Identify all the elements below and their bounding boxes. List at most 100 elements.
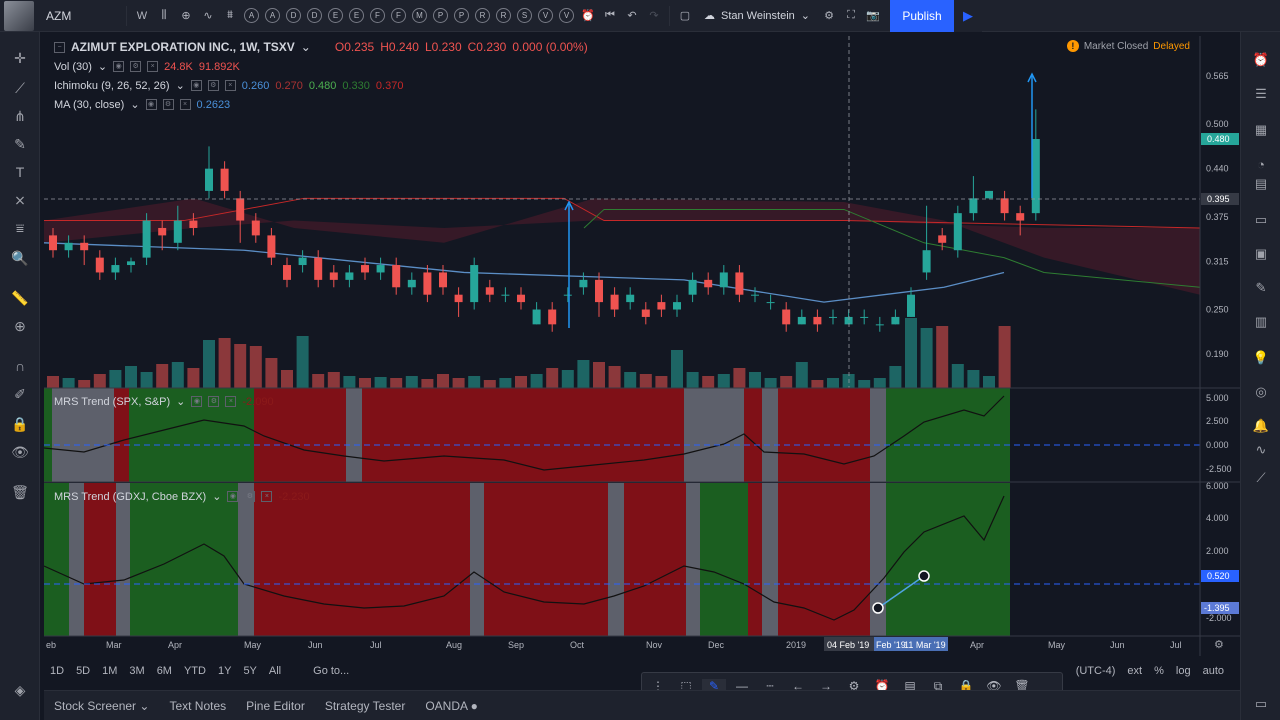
layout-icon[interactable]: ▢ <box>674 0 696 32</box>
eye-icon[interactable]: 👁 <box>8 442 32 462</box>
period-all[interactable]: All <box>263 665 287 677</box>
eye-icon[interactable]: ◉ <box>190 80 202 91</box>
close-icon[interactable]: × <box>224 80 236 91</box>
study-shortcut-a-0[interactable]: A <box>244 8 259 23</box>
close-icon[interactable]: × <box>261 491 273 502</box>
legend-mrs1[interactable]: MRS Trend (SPX, S&P) ⌄ ◉ ⚙ × -2.090 <box>54 395 274 409</box>
study-shortcut-e-4[interactable]: E <box>328 8 343 23</box>
legend-mrs2[interactable]: MRS Trend (GDXJ, Cboe BZX) ⌄ ◉ ⚙ × -2.230 <box>54 490 310 504</box>
tab-strategy-tester[interactable]: Strategy Tester <box>315 699 415 713</box>
undo-icon[interactable]: ↶ <box>621 0 643 32</box>
price-chart[interactable]: 0.565 0.500 0.440 0.375 0.315 0.250 0.190 0.480… <box>44 36 1240 656</box>
close-icon[interactable]: × <box>179 99 191 110</box>
brush-icon[interactable]: ✎ <box>8 134 32 154</box>
study-shortcut-a-1[interactable]: A <box>265 8 280 23</box>
timezone-label[interactable]: (UTC-4) <box>1070 665 1122 677</box>
hotlist-icon[interactable]: ◔ <box>1250 154 1272 174</box>
eye-icon[interactable]: ◉ <box>191 396 203 407</box>
period-5y[interactable]: 5Y <box>237 665 262 677</box>
templates-icon[interactable]: ⩩ <box>219 0 241 32</box>
trendline-icon[interactable]: ⟋ <box>8 78 32 98</box>
period-5d[interactable]: 5D <box>70 665 96 677</box>
tab-stock-screener[interactable]: Stock Screener ⌄ <box>44 699 159 713</box>
layout-name[interactable]: ☁ Stan Weinstein ⌄ <box>696 9 818 23</box>
legend-vol[interactable]: Vol (30) ⌄ ◉ ⚙ × 24.8K 91.892K <box>54 60 240 74</box>
window-icon[interactable]: ▭ <box>1250 694 1272 714</box>
notes-icon[interactable]: ✎ <box>1250 278 1272 298</box>
lock-icon[interactable]: 🔒 <box>8 414 32 434</box>
eye-icon[interactable]: ◉ <box>145 99 157 110</box>
settings-icon[interactable]: ⚙ <box>162 99 174 110</box>
period-1m[interactable]: 1M <box>96 665 123 677</box>
study-shortcut-e-5[interactable]: E <box>349 8 364 23</box>
study-shortcut-r-11[interactable]: R <box>475 8 490 23</box>
text-icon[interactable]: T <box>8 162 32 182</box>
trendline-handle-start[interactable] <box>872 602 884 614</box>
settings-icon[interactable]: ⚙ <box>818 0 840 32</box>
legend-ma[interactable]: MA (30, close) ⌄ ◉ ⚙ × 0.2623 <box>54 98 230 112</box>
warning-icon[interactable]: ! <box>1066 40 1079 52</box>
ruler-icon[interactable]: 📏 <box>8 288 32 308</box>
scale-ext-button[interactable]: ext <box>1121 665 1148 677</box>
publish-button[interactable]: Publish <box>890 0 955 32</box>
settings-icon[interactable]: ⚙ <box>244 491 256 502</box>
snapshot-icon[interactable]: 📷 <box>862 0 884 32</box>
study-shortcut-v-14[interactable]: V <box>538 8 553 23</box>
study-shortcut-m-8[interactable]: M <box>412 8 427 23</box>
eye-icon[interactable]: ◉ <box>227 491 239 502</box>
period-6m[interactable]: 6M <box>151 665 178 677</box>
zoom-in-icon[interactable]: ⊕ <box>8 316 32 336</box>
study-shortcut-p-9[interactable]: P <box>433 8 448 23</box>
period-1d[interactable]: 1D <box>44 665 70 677</box>
indicator-icon[interactable]: ∿ <box>197 0 219 32</box>
news-icon[interactable]: ▣ <box>1250 244 1272 264</box>
study-shortcut-r-12[interactable]: R <box>496 8 511 23</box>
tab-oanda[interactable]: OANDA ● <box>415 699 488 713</box>
bar-style-icon[interactable]: ⫼ <box>153 0 175 32</box>
close-icon[interactable]: × <box>225 396 237 407</box>
replay-icon[interactable]: ⏮ <box>599 0 621 32</box>
period-ytd[interactable]: YTD <box>178 665 212 677</box>
magnet-icon[interactable]: ∩ <box>8 356 32 376</box>
tab-pine-editor[interactable]: Pine Editor <box>236 699 315 713</box>
prediction-icon[interactable]: ⩸ <box>8 218 32 238</box>
study-shortcut-s-13[interactable]: S <box>517 8 532 23</box>
study-shortcut-f-7[interactable]: F <box>391 8 406 23</box>
compare-icon[interactable]: ⊕ <box>175 0 197 32</box>
cursor-icon[interactable]: ✛ <box>8 48 32 68</box>
study-shortcut-v-15[interactable]: V <box>559 8 574 23</box>
alert-icon[interactable]: ⏰ <box>577 0 599 32</box>
scale-auto-button[interactable]: auto <box>1197 665 1230 677</box>
streams-icon[interactable]: ◎ <box>1250 382 1272 402</box>
goto-date-button[interactable]: Go to... <box>307 665 355 677</box>
trendline-handle-end[interactable] <box>918 570 930 582</box>
tab-text-notes[interactable]: Text Notes <box>159 699 236 713</box>
signals-icon[interactable]: ∿ <box>1250 440 1272 460</box>
study-shortcut-f-6[interactable]: F <box>370 8 385 23</box>
settings-icon[interactable]: ⚙ <box>130 61 142 72</box>
settings-icon[interactable]: ⚙ <box>207 80 219 91</box>
fib-icon[interactable]: ⋔ <box>8 106 32 126</box>
period-3m[interactable]: 3M <box>123 665 150 677</box>
data-window-icon[interactable]: ▤ <box>1250 174 1272 194</box>
user-avatar[interactable] <box>4 0 34 31</box>
settings-icon[interactable]: ⚙ <box>208 396 220 407</box>
eye-icon[interactable]: ◉ <box>113 61 125 72</box>
order-panel-icon[interactable]: ▥ <box>1250 312 1272 332</box>
period-1y[interactable]: 1Y <box>212 665 237 677</box>
notifications-icon[interactable]: 🔔 <box>1250 416 1272 436</box>
stay-drawing-icon[interactable]: ✐ <box>8 384 32 404</box>
scale-percent-button[interactable]: % <box>1148 665 1170 677</box>
chevron-down-icon[interactable]: ⌄ <box>301 40 311 54</box>
calendar-icon[interactable]: ▦ <box>1250 120 1272 140</box>
pattern-icon[interactable]: ⨯ <box>8 190 32 210</box>
close-icon[interactable]: × <box>147 61 159 72</box>
study-shortcut-d-3[interactable]: D <box>307 8 322 23</box>
scale-log-button[interactable]: log <box>1170 665 1197 677</box>
zoom-icon[interactable]: 🔍 <box>8 248 32 268</box>
study-shortcut-p-10[interactable]: P <box>454 8 469 23</box>
legend-ichimoku[interactable]: Ichimoku (9, 26, 52, 26) ⌄ ◉ ⚙ × 0.260 0.27… <box>54 79 403 93</box>
symbol-search[interactable]: AZM <box>38 9 122 23</box>
trash-icon[interactable]: 🗑 <box>8 482 32 502</box>
chat-icon[interactable]: ▭ <box>1250 210 1272 230</box>
